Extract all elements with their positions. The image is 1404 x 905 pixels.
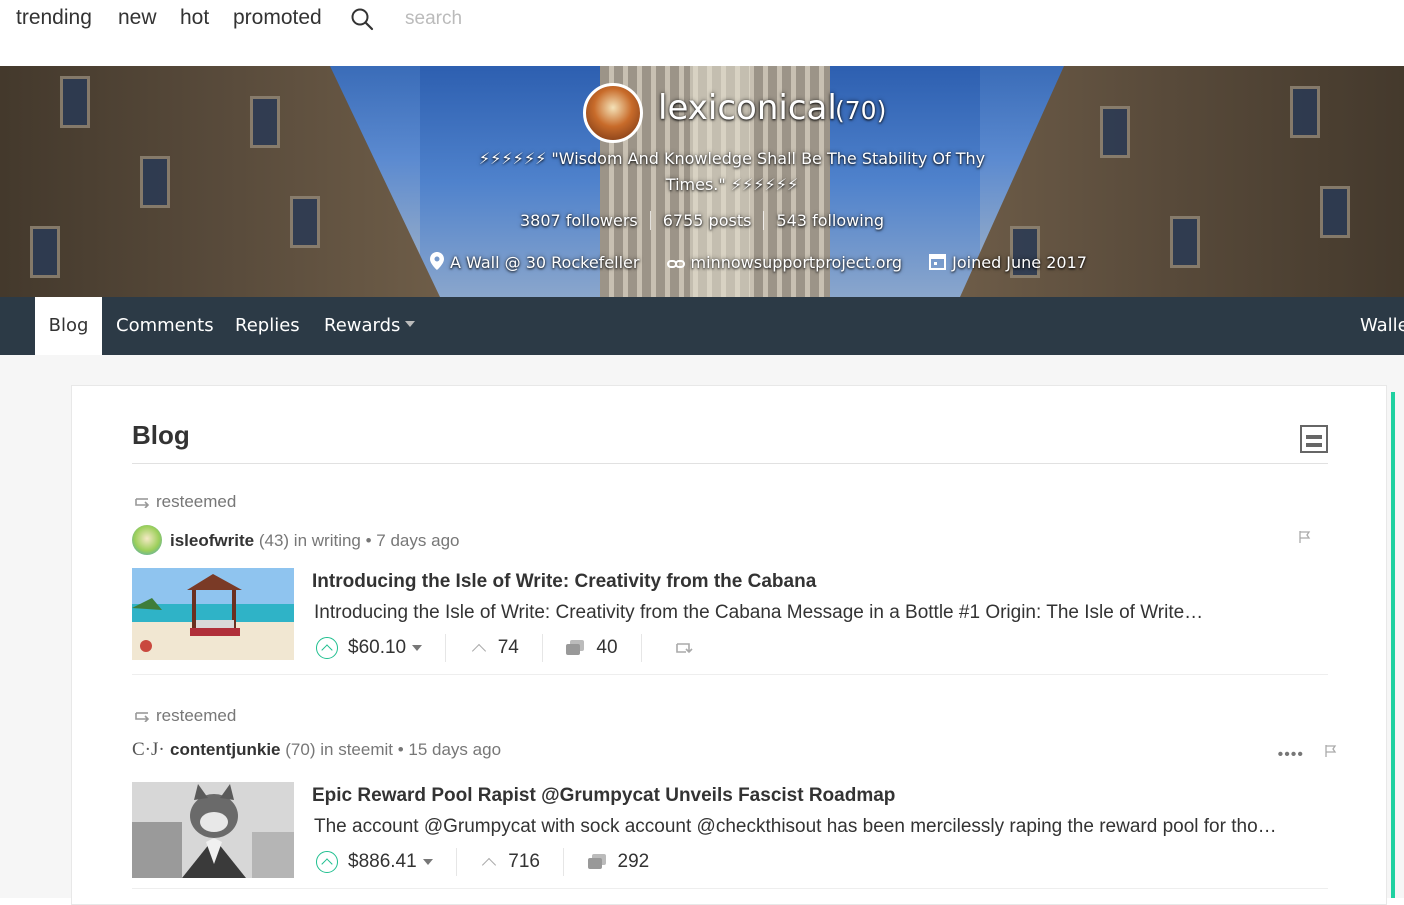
chevron-down-icon [405, 321, 416, 327]
link-icon [666, 260, 685, 268]
post-payout[interactable]: $60.10 [348, 637, 406, 659]
vote-count[interactable]: 74 [498, 637, 519, 659]
post-thumbnail[interactable] [132, 782, 294, 878]
scroll-accent-bar [1391, 392, 1395, 898]
nav-hot[interactable]: hot [180, 6, 209, 30]
author-reputation: (70) [285, 740, 316, 759]
profile-website[interactable]: minnowsupportproject.org [691, 253, 902, 272]
votes-icon [482, 857, 497, 873]
comments-icon [587, 854, 608, 870]
resteem-icon [135, 712, 150, 722]
footer-divider [563, 848, 565, 876]
tab-wallet[interactable]: Walle [1360, 297, 1404, 355]
profile-header: lexiconical (70) ⚡⚡⚡⚡⚡⚡ "Wisdom And Know… [0, 66, 1404, 297]
post-summary[interactable]: The account @Grumpycat with sock account… [314, 816, 1330, 838]
search-input[interactable] [392, 4, 692, 34]
category-prefix: in [293, 531, 308, 550]
tab-replies[interactable]: Replies [235, 297, 300, 355]
post-menu-button[interactable]: •••• [1278, 746, 1304, 764]
profile-username: lexiconical [658, 88, 837, 128]
following-count[interactable]: 543 following [766, 211, 894, 230]
author-name[interactable]: contentjunkie [170, 740, 281, 759]
resteem-label: resteemed [156, 492, 237, 511]
nav-new[interactable]: new [118, 6, 157, 30]
blog-card: Blog resteemed isleofwrite (43) in writi… [71, 385, 1387, 905]
posts-count: 6755 posts [662, 211, 752, 230]
upvote-icon[interactable] [316, 851, 338, 873]
profile-reputation: (70) [835, 96, 887, 125]
post-divider [132, 674, 1328, 675]
resteem-label: resteemed [156, 706, 237, 725]
nav-trending[interactable]: trending [16, 6, 92, 30]
post-meta: C·J· contentjunkie (70) in steemit • 15 d… [132, 739, 501, 769]
post-title[interactable]: Introducing the Isle of Write: Creativit… [312, 571, 816, 593]
search-icon[interactable] [350, 7, 374, 31]
resteem-note: resteemed [134, 706, 236, 726]
main-content: Blog resteemed isleofwrite (43) in writi… [0, 355, 1404, 905]
layout-toggle-icon[interactable] [1300, 425, 1328, 453]
footer-divider [445, 634, 447, 662]
profile-about: ⚡⚡⚡⚡⚡⚡ "Wisdom And Knowledge Shall Be Th… [478, 149, 986, 194]
post-time[interactable]: • 15 days ago [398, 740, 501, 759]
resteem-note: resteemed [134, 492, 236, 512]
top-navigation: trending new hot promoted [0, 0, 1404, 66]
author-avatar[interactable] [132, 525, 162, 555]
comment-count[interactable]: 40 [596, 637, 617, 659]
footer-divider [455, 848, 457, 876]
profile-avatar[interactable] [583, 83, 643, 143]
upvote-icon[interactable] [316, 637, 338, 659]
location-pin-icon [430, 252, 444, 270]
profile-location: A Wall @ 30 Rockefeller [450, 253, 640, 272]
author-name[interactable]: isleofwrite [170, 531, 254, 550]
tab-comments[interactable]: Comments [116, 297, 214, 355]
profile-joined: Joined June 2017 [952, 253, 1087, 272]
post-meta: isleofwrite (43) in writing • 7 days ago [132, 525, 459, 555]
tab-rewards-label: Rewards [324, 315, 401, 336]
followers-count[interactable]: 3807 followers [510, 211, 648, 230]
author-avatar[interactable]: C·J· [132, 739, 165, 769]
profile-meta: A Wall @ 30 Rockefeller minnowsupportpro… [430, 252, 1109, 272]
profile-cover: lexiconical (70) ⚡⚡⚡⚡⚡⚡ "Wisdom And Know… [0, 66, 1404, 297]
flag-icon[interactable] [1324, 744, 1338, 758]
tab-blog[interactable]: Blog [35, 297, 102, 355]
author-reputation: (43) [258, 531, 290, 550]
nav-promoted[interactable]: promoted [233, 6, 322, 30]
post-payout[interactable]: $886.41 [348, 851, 417, 873]
post-footer: $886.41 716 292 [316, 848, 649, 876]
post-thumbnail[interactable] [132, 568, 294, 660]
post-category[interactable]: steemit [338, 740, 393, 759]
tab-blog-label: Blog [48, 315, 89, 336]
vote-count[interactable]: 716 [508, 851, 540, 873]
chevron-down-icon[interactable] [422, 859, 433, 865]
post-footer: $60.10 74 40 [316, 634, 693, 662]
flag-icon[interactable] [1298, 530, 1312, 544]
post-summary[interactable]: Introducing the Isle of Write: Creativit… [314, 602, 1330, 624]
category-prefix: in [320, 740, 334, 759]
tab-rewards[interactable]: Rewards [324, 297, 416, 355]
profile-tab-bar: Blog Comments Replies Rewards Walle [0, 297, 1404, 355]
post-time[interactable]: • 7 days ago [366, 531, 460, 550]
blog-title: Blog [132, 420, 190, 450]
votes-icon [471, 643, 486, 659]
chevron-down-icon[interactable] [412, 645, 423, 651]
profile-stats: 3807 followers 6755 posts 543 following [0, 211, 1404, 230]
resteem-icon[interactable] [675, 641, 693, 655]
footer-divider [542, 634, 544, 662]
post-title[interactable]: Epic Reward Pool Rapist @Grumpycat Unvei… [312, 785, 895, 807]
resteem-icon [135, 498, 150, 508]
post-category[interactable]: writing [312, 531, 361, 550]
post-divider [132, 888, 1328, 889]
title-divider [132, 463, 1328, 464]
comments-icon [566, 640, 586, 656]
footer-divider [640, 634, 642, 662]
calendar-icon [929, 254, 947, 270]
comment-count[interactable]: 292 [618, 851, 650, 873]
